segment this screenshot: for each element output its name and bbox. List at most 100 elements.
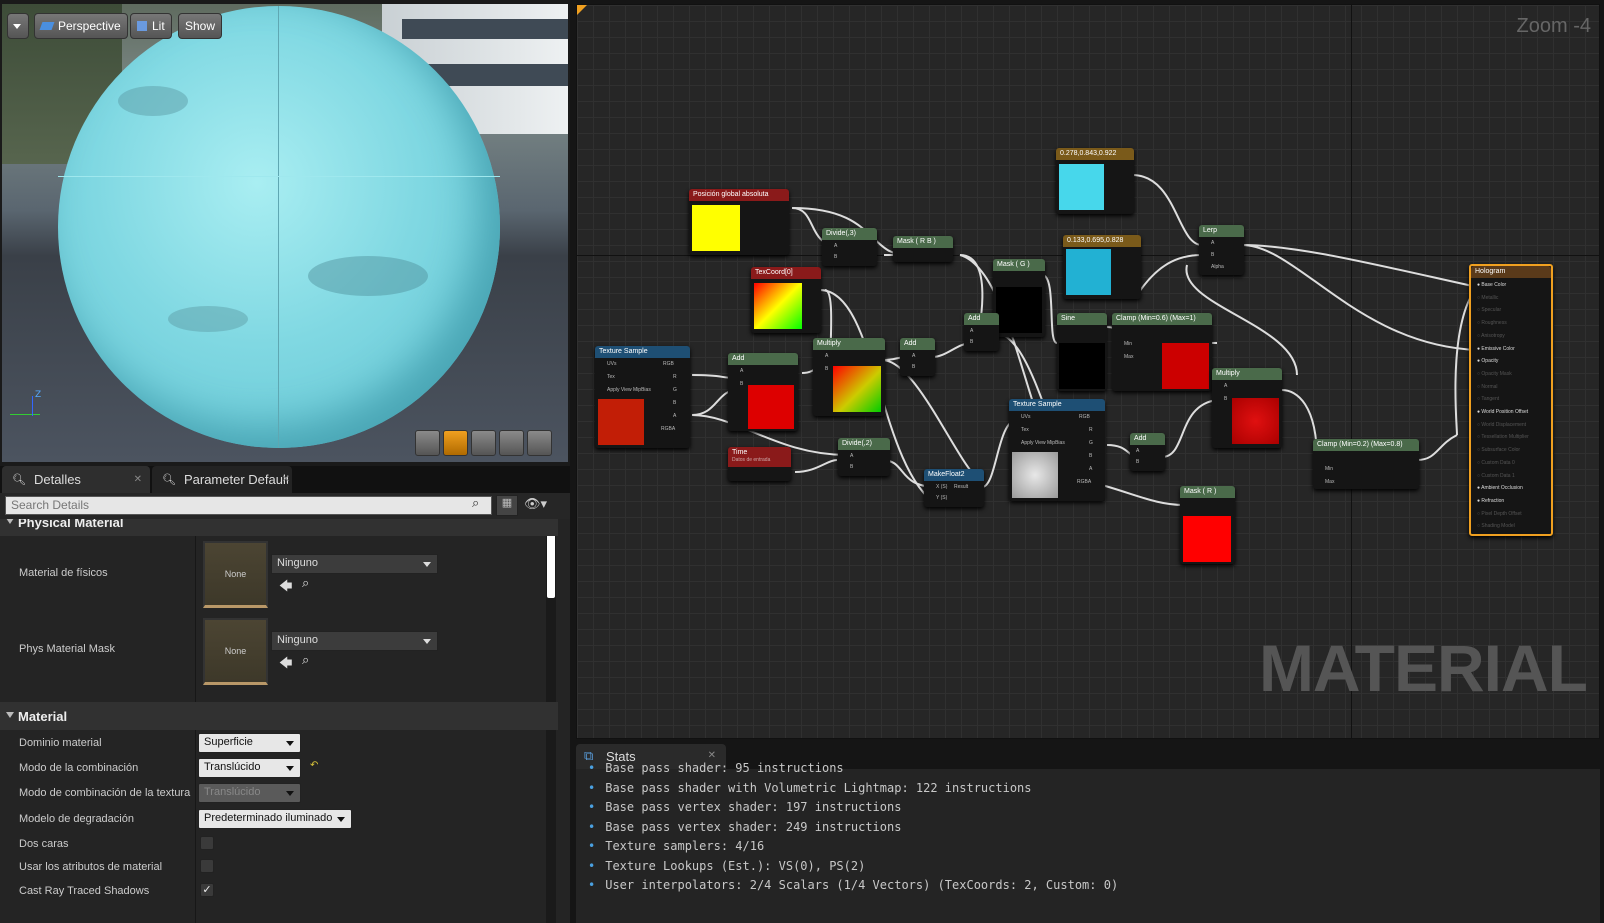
category-material[interactable]: Material [0,702,558,730]
tab-details[interactable]: 🔍︎ Detalles ✕ [2,466,150,493]
prop-label-physical-material: Material de físicos [19,567,108,579]
viewport[interactable]: Perspective Lit Show Z [2,4,568,462]
hologram-pin[interactable]: ● World Position Offset [1477,409,1528,415]
reset-to-default-icon[interactable]: ↶ [310,760,318,771]
preview-sphere-button[interactable] [443,430,468,456]
node-hologram-material-output[interactable]: Hologram ● Base Color ○ Metallic ○ Specula… [1469,264,1553,536]
hologram-pin[interactable]: ○ Tangent [1477,396,1499,402]
hologram-pin[interactable]: ○ Metallic [1477,295,1498,301]
node-constant-color-2[interactable]: 0.133,0.695,0.828 [1063,235,1141,299]
stats-line: Base pass shader: 95 instructions [588,761,843,775]
asset-thumbnail[interactable]: None [203,541,268,608]
axis-z-label: Z [35,390,42,400]
hologram-pin[interactable]: ○ Opacity Mask [1477,371,1512,377]
browse-magnifier-icon[interactable]: ⌕ [302,576,309,591]
perspective-button[interactable]: Perspective [34,13,128,39]
preview-mesh-button[interactable] [527,430,552,456]
lit-button[interactable]: Lit [130,13,172,39]
search-icon[interactable]: ⌕ [472,496,479,511]
search-row: Search Details ⌕ ▦ 👁︎▾ [0,493,570,519]
asset-thumbnail[interactable]: None [203,618,268,685]
left-panel: Perspective Lit Show Z 🔍︎ Detalles ✕ 🔍︎ … [0,0,570,923]
node-constant-color-1[interactable]: 0.278,0.843,0.922 [1056,148,1134,214]
hologram-pin[interactable]: ● Opacity [1477,358,1498,364]
preview-swatch [1012,452,1058,498]
preview-swatch [754,283,802,329]
hologram-pin[interactable]: ○ Subsurface Color [1477,447,1520,453]
asset-picker-dropdown[interactable]: Ninguno [271,554,438,574]
stats-line: User interpolators: 2/4 Scalars (1/4 Vec… [588,878,1118,892]
node-makefloat2[interactable]: MakeFloat2 X (S) Y (S) Result [924,469,984,507]
close-icon[interactable]: ✕ [708,750,716,761]
node-texture-sample-2[interactable]: Texture Sample UVs Tex Apply View MipBia… [1009,399,1105,501]
node-multiply-1[interactable]: Multiply A B [813,338,885,416]
browse-magnifier-icon[interactable]: ⌕ [302,653,309,668]
eye-icon[interactable]: 👁︎▾ [524,497,547,512]
node-sine[interactable]: Sine [1057,313,1107,391]
prop-label: Modo de la combinación [19,762,139,774]
node-add-4[interactable]: Add A B [1130,433,1165,471]
search-icon: 🔍︎ [12,474,26,486]
use-selected-arrow-icon[interactable]: 🡄 [279,654,292,676]
hologram-pin[interactable]: ○ Specular [1477,307,1501,313]
node-divide-3[interactable]: Divide(,3) A B [822,228,877,266]
node-multiply-2[interactable]: Multiply A B [1212,368,1282,448]
cube-icon [137,21,147,31]
hologram-pin[interactable]: ○ Custom Data 1 [1477,473,1515,479]
use-selected-arrow-icon[interactable]: 🡄 [279,577,292,599]
hologram-pin[interactable]: ● Base Color [1477,282,1506,288]
material-domain-dropdown[interactable]: Superficie [198,733,301,753]
node-clamp-2[interactable]: Clamp (Min=0.2) (Max=0.8) Min Max [1313,439,1419,489]
hologram-pin[interactable]: ○ World Displacement [1477,422,1526,428]
hologram-pin[interactable]: ○ Tessellation Multiplier [1477,434,1529,440]
hologram-pin[interactable]: ○ Normal [1477,384,1498,390]
hologram-pin[interactable]: ○ Anisotropy [1477,333,1505,339]
prop-label-phys-material-mask: Phys Material Mask [19,643,115,655]
hologram-pin[interactable]: ○ Roughness [1477,320,1507,326]
cast-ray-traced-shadows-checkbox[interactable]: ✓ [200,883,214,897]
category-physical-material[interactable]: Physical Material [0,519,558,536]
node-add-1[interactable]: Add A B [728,353,798,431]
prop-label: Modo de combinación de la textura [19,787,191,799]
node-mask-g[interactable]: Mask ( G ) [993,259,1045,337]
close-icon[interactable]: ✕ [282,474,290,485]
node-absolute-world-position[interactable]: Posición global absoluta [689,189,789,255]
node-mask-r[interactable]: Mask ( R ) [1180,486,1235,564]
hologram-pin[interactable]: ○ Pixel Depth Offset [1477,511,1522,517]
perspective-icon [39,22,55,30]
tab-parameter-defaults[interactable]: 🔍︎ Parameter Defaults ✕ [152,466,292,493]
grid-view-icon[interactable]: ▦ [496,495,518,516]
search-details-input[interactable]: Search Details [5,496,492,515]
two-sided-checkbox[interactable] [200,836,214,850]
node-add-3[interactable]: Add A B [964,313,999,351]
node-mask-rb[interactable]: Mask ( R B ) [893,236,953,262]
hologram-pin[interactable]: ● Refraction [1477,498,1504,504]
material-graph[interactable]: Zoom -4 MATERIAL Posición global absolut… [576,4,1600,739]
hologram-pin[interactable]: ● Emissive Color [1477,346,1515,352]
blend-mode-dropdown[interactable]: Translúcido [198,758,301,778]
show-button[interactable]: Show [178,13,223,39]
node-time[interactable]: Time Datos de entrada [728,447,791,481]
hologram-pin[interactable]: ○ Custom Data 0 [1477,460,1515,466]
node-texcoord[interactable]: TexCoord[0] [751,267,821,333]
close-icon[interactable]: ✕ [134,474,142,485]
chevron-down-icon [13,23,21,29]
viewport-menu-button[interactable] [7,13,29,39]
node-add-2[interactable]: Add A B [900,338,935,376]
node-texture-sample-1[interactable]: Texture Sample UVs Tex Apply View MipBia… [595,346,690,448]
preview-swatch [1183,516,1231,562]
prop-label: Usar los atributos de material [19,861,163,873]
preview-plane-button[interactable] [471,430,496,456]
node-divide-2[interactable]: Divide(,2) A B [838,438,890,476]
preview-cube-button[interactable] [499,430,524,456]
node-clamp-1[interactable]: Clamp (Min=0.6) (Max=1) Min Max [1112,313,1212,391]
node-lerp[interactable]: Lerp A B Alpha [1199,225,1244,275]
stats-line: Base pass vertex shader: 197 instruction… [588,800,901,814]
search-icon: 🔍︎ [162,474,176,486]
shading-model-dropdown[interactable]: Predeterminado iluminado [198,809,352,829]
preview-cylinder-button[interactable] [415,430,440,456]
hologram-pin[interactable]: ○ Shading Model [1477,523,1515,529]
use-material-attributes-checkbox[interactable] [200,859,214,873]
asset-picker-dropdown[interactable]: Ninguno [271,631,438,651]
hologram-pin[interactable]: ● Ambient Occlusion [1477,485,1523,491]
